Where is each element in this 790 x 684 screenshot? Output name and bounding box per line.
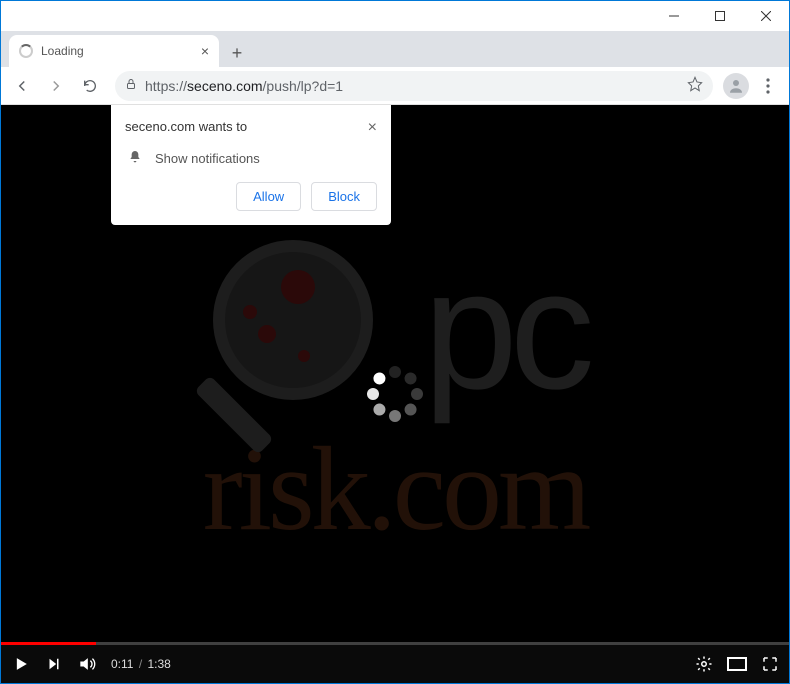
watermark-risk-text: risk.com bbox=[203, 420, 588, 558]
bookmark-star-icon[interactable] bbox=[687, 76, 703, 95]
video-controls: 0:11 / 1:38 bbox=[1, 645, 789, 683]
forward-button[interactable] bbox=[41, 71, 71, 101]
block-button[interactable]: Block bbox=[311, 182, 377, 211]
window-minimize-button[interactable] bbox=[651, 1, 697, 31]
tab-loading-spinner-icon bbox=[19, 44, 33, 58]
allow-button[interactable]: Allow bbox=[236, 182, 301, 211]
tab-close-button[interactable]: × bbox=[201, 43, 209, 59]
url-path: /push/lp?d=1 bbox=[263, 78, 344, 94]
browser-tabstrip: Loading × + bbox=[1, 31, 789, 67]
window-maximize-button[interactable] bbox=[697, 1, 743, 31]
permission-origin-text: seceno.com wants to bbox=[125, 119, 247, 137]
url-text: https://seceno.com/push/lp?d=1 bbox=[145, 78, 343, 94]
watermark-pc-text: pc bbox=[423, 262, 587, 398]
notification-permission-popup: seceno.com wants to × Show notifications… bbox=[111, 105, 391, 225]
settings-gear-icon[interactable] bbox=[695, 655, 713, 673]
permission-label: Show notifications bbox=[155, 151, 260, 166]
permission-close-button[interactable]: × bbox=[368, 119, 377, 137]
video-current-time: 0:11 bbox=[111, 657, 133, 671]
reload-button[interactable] bbox=[75, 71, 105, 101]
address-bar[interactable]: https://seceno.com/push/lp?d=1 bbox=[115, 71, 713, 101]
url-host: seceno.com bbox=[187, 78, 262, 94]
loading-spinner-icon bbox=[363, 362, 427, 426]
browser-tab[interactable]: Loading × bbox=[9, 35, 219, 67]
url-protocol: https:// bbox=[145, 78, 187, 94]
time-separator: / bbox=[139, 657, 146, 671]
play-button[interactable] bbox=[11, 654, 31, 674]
back-button[interactable] bbox=[7, 71, 37, 101]
browser-toolbar: https://seceno.com/push/lp?d=1 bbox=[1, 67, 789, 105]
next-button[interactable] bbox=[45, 655, 63, 673]
profile-avatar-button[interactable] bbox=[723, 73, 749, 99]
theater-mode-button[interactable] bbox=[727, 657, 747, 671]
fullscreen-button[interactable] bbox=[761, 655, 779, 673]
window-close-button[interactable] bbox=[743, 1, 789, 31]
tab-title: Loading bbox=[41, 44, 193, 58]
volume-button[interactable] bbox=[77, 654, 97, 674]
page-content: pc risk.com seceno.com wants to × bbox=[1, 105, 789, 683]
new-tab-button[interactable]: + bbox=[223, 39, 251, 67]
browser-menu-button[interactable] bbox=[753, 71, 783, 101]
video-duration: 1:38 bbox=[147, 657, 170, 671]
window-titlebar bbox=[1, 1, 789, 31]
video-time-display: 0:11 / 1:38 bbox=[111, 657, 171, 671]
bell-icon bbox=[127, 149, 143, 168]
lock-icon bbox=[125, 77, 137, 94]
